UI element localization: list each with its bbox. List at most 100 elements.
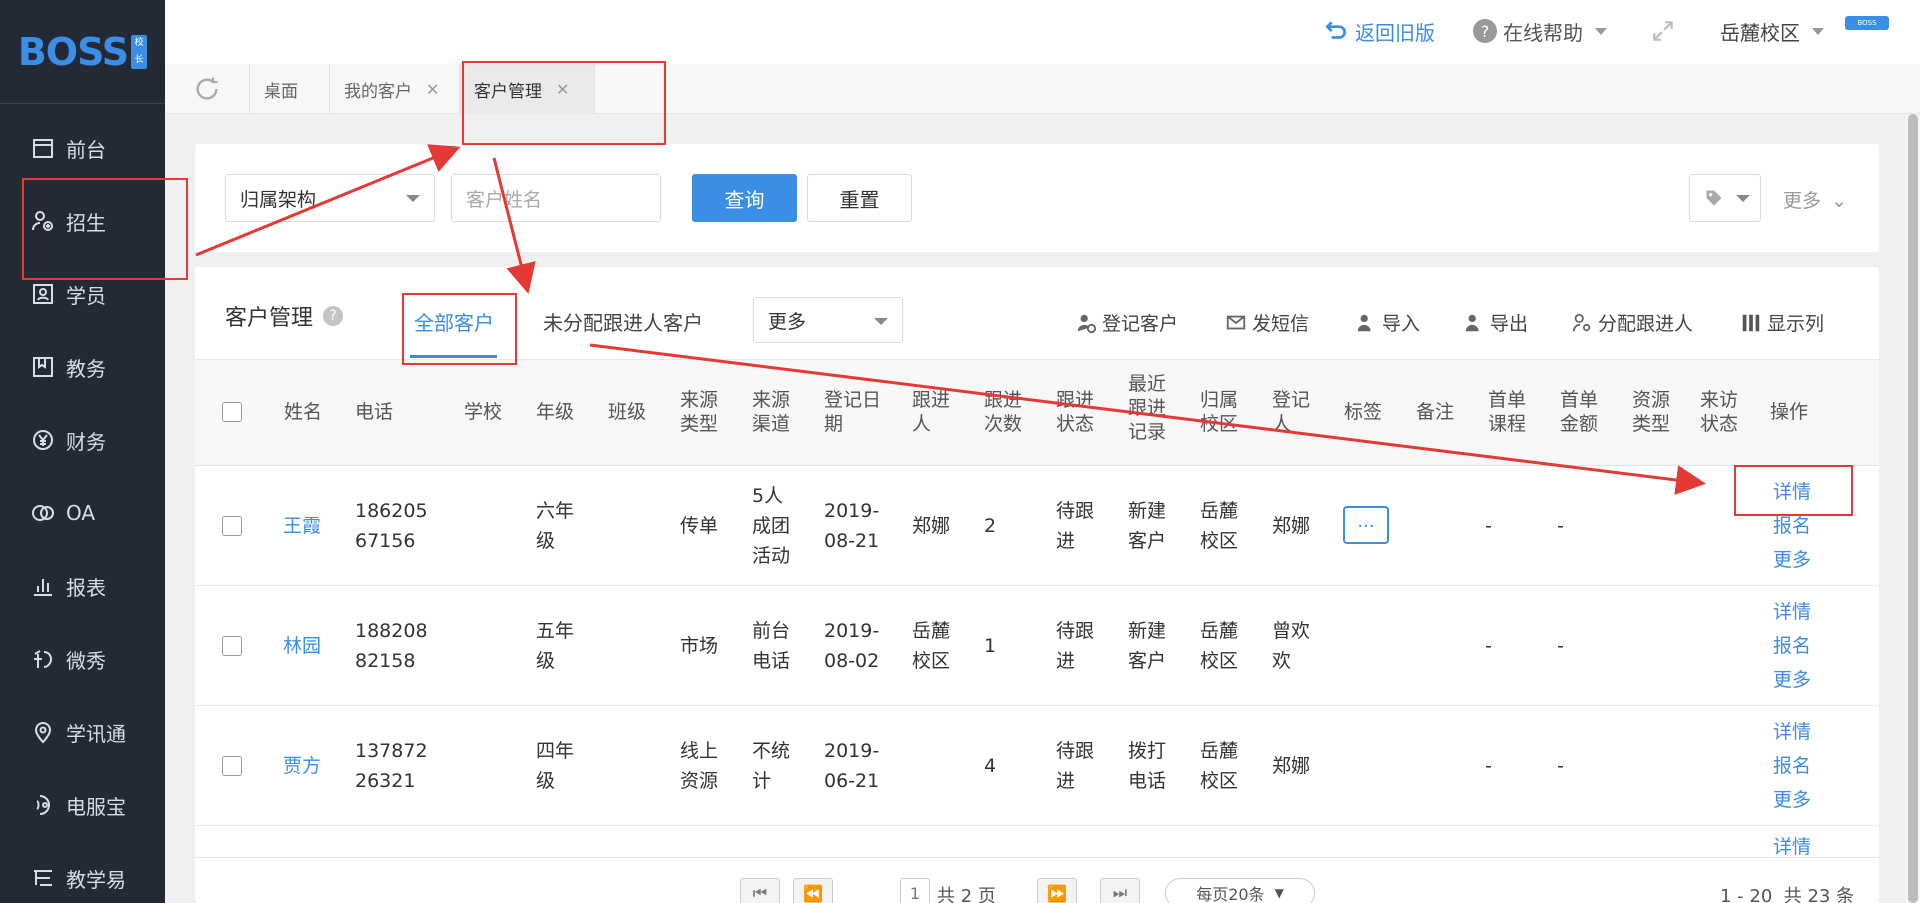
col-follow-count[interactable]: 跟进次数 bbox=[984, 388, 1028, 436]
col-campus[interactable]: 归属校区 bbox=[1200, 388, 1244, 436]
page-scrollbar[interactable] bbox=[1908, 114, 1918, 903]
query-button[interactable]: 查询 bbox=[692, 174, 797, 222]
detail-link[interactable]: 详情 bbox=[1773, 715, 1811, 749]
action-label: 登记客户 bbox=[1102, 313, 1179, 335]
col-follower[interactable]: 跟进人 bbox=[912, 388, 956, 436]
col-tags[interactable]: 标签 bbox=[1344, 400, 1394, 424]
cell-follow-status: 待跟进 bbox=[1056, 499, 1095, 552]
cell-recent-record: 拨打电话 bbox=[1128, 739, 1167, 792]
enroll-link[interactable]: 报名 bbox=[1773, 509, 1811, 543]
tab-customer-management[interactable]: 客户管理 ✕ bbox=[460, 64, 595, 114]
more-link[interactable]: 更多 bbox=[1773, 543, 1811, 577]
tab-unassigned-customers[interactable]: 未分配跟进人客户 bbox=[543, 307, 703, 336]
sidebar-item-xuexuntong[interactable]: 学讯通 bbox=[0, 702, 165, 762]
more-link[interactable]: 更多 bbox=[1773, 663, 1811, 697]
col-class[interactable]: 班级 bbox=[608, 400, 658, 424]
col-source-type[interactable]: 来源类型 bbox=[680, 388, 724, 436]
sidebar-item-enrollment[interactable]: 招生 bbox=[0, 191, 165, 251]
brand-logo[interactable]: BOSS 校长 bbox=[0, 0, 165, 104]
col-notes[interactable]: 备注 bbox=[1416, 400, 1466, 424]
last-page-button[interactable]: ⏭ bbox=[1100, 878, 1140, 903]
display-columns-button[interactable]: 显示列 bbox=[1740, 309, 1824, 336]
close-icon[interactable]: ✕ bbox=[426, 80, 439, 99]
sidebar-item-label: 报表 bbox=[66, 575, 106, 600]
detail-link[interactable]: 详情 bbox=[1773, 595, 1811, 629]
sidebar-item-academic[interactable]: 教务 bbox=[0, 337, 165, 397]
close-icon[interactable]: ✕ bbox=[556, 80, 569, 99]
tags-more-button[interactable]: ... bbox=[1343, 506, 1389, 544]
export-button[interactable]: 导出 bbox=[1463, 309, 1528, 336]
customer-name-input[interactable]: 客户姓名 bbox=[451, 174, 661, 222]
sidebar-item-oa[interactable]: OA bbox=[0, 483, 165, 543]
col-resource-type[interactable]: 资源类型 bbox=[1632, 388, 1676, 436]
sidebar-item-students[interactable]: 学员 bbox=[0, 264, 165, 324]
cell-registrar: 郑娜 bbox=[1272, 754, 1311, 777]
customer-name-link[interactable]: 贾方 bbox=[283, 751, 321, 781]
col-visit-status[interactable]: 来访状态 bbox=[1700, 388, 1744, 436]
col-source-channel[interactable]: 来源渠道 bbox=[752, 388, 796, 436]
detail-link[interactable]: 详情 bbox=[1773, 475, 1811, 509]
campus-dropdown[interactable]: 岳麓校区 bbox=[1720, 16, 1824, 46]
send-sms-button[interactable]: 发短信 bbox=[1225, 309, 1309, 336]
customer-name-link[interactable]: 王霞 bbox=[283, 511, 321, 541]
col-school[interactable]: 学校 bbox=[464, 400, 514, 424]
page-number-input[interactable]: 1 bbox=[900, 878, 930, 903]
row-checkbox[interactable] bbox=[222, 516, 242, 536]
col-first-amount[interactable]: 首单金额 bbox=[1560, 388, 1604, 436]
import-button[interactable]: 导入 bbox=[1355, 309, 1420, 336]
next-page-button[interactable]: ⏩ bbox=[1037, 878, 1077, 903]
col-register-date[interactable]: 登记日期 bbox=[824, 388, 890, 436]
sidebar-item-frontdesk[interactable]: 前台 bbox=[0, 118, 165, 178]
col-registrar[interactable]: 登记人 bbox=[1272, 388, 1316, 436]
register-customer-button[interactable]: 登记客户 bbox=[1075, 309, 1178, 336]
customer-name-link[interactable]: 林园 bbox=[283, 631, 321, 661]
sidebar-item-label: 学讯通 bbox=[66, 721, 126, 746]
more-filters-toggle[interactable]: 更多 ⌄ bbox=[1783, 186, 1847, 213]
page-size-select[interactable]: 每页20条 ▼ bbox=[1165, 878, 1315, 903]
more-select[interactable]: 更多 bbox=[753, 297, 903, 343]
page-size-value: 每页20条 bbox=[1196, 885, 1265, 903]
col-follow-status[interactable]: 跟进状态 bbox=[1056, 388, 1100, 436]
select-all-checkbox[interactable] bbox=[222, 402, 242, 422]
reset-button[interactable]: 重置 bbox=[807, 174, 912, 222]
tab-my-customers[interactable]: 我的客户 ✕ bbox=[330, 64, 460, 114]
tag-filter-select[interactable] bbox=[1689, 174, 1761, 222]
avatar[interactable]: BOSS bbox=[1845, 16, 1889, 30]
cell-source-type: 线上资源 bbox=[680, 739, 719, 792]
row-checkbox[interactable] bbox=[222, 636, 242, 656]
org-select[interactable]: 归属架构 bbox=[225, 174, 435, 222]
tab-desktop[interactable]: 桌面 bbox=[250, 64, 330, 114]
col-first-course[interactable]: 首单课程 bbox=[1488, 388, 1532, 436]
logo-badge: 校长 bbox=[131, 34, 148, 69]
col-recent-record[interactable]: 最近跟进记录 bbox=[1128, 372, 1172, 444]
back-old-version-link[interactable]: 返回旧版 bbox=[1323, 16, 1435, 46]
help-icon[interactable]: ? bbox=[323, 306, 344, 326]
tab-label: 我的客户 bbox=[344, 81, 412, 102]
fullscreen-icon[interactable] bbox=[1650, 16, 1676, 46]
more-link[interactable]: 更多 bbox=[1773, 783, 1811, 817]
prev-page-button[interactable]: ⏪ bbox=[793, 878, 833, 903]
sidebar-item-finance[interactable]: 财务 bbox=[0, 410, 165, 470]
sidebar-item-jiaoxueyi[interactable]: 教学易 bbox=[0, 848, 165, 903]
sidebar-item-dianfubao[interactable]: 电服宝 bbox=[0, 775, 165, 835]
cell-grade: 五年级 bbox=[536, 619, 575, 672]
enroll-link[interactable]: 报名 bbox=[1773, 749, 1811, 783]
row-actions: 详情 报名 更多 bbox=[1773, 595, 1811, 697]
col-phone[interactable]: 电话 bbox=[355, 400, 415, 424]
cell-recent-record: 新建客户 bbox=[1128, 619, 1167, 672]
assign-follower-button[interactable]: 分配跟进人 bbox=[1571, 309, 1693, 336]
col-name[interactable]: 姓名 bbox=[284, 400, 344, 424]
online-help-dropdown[interactable]: ? 在线帮助 bbox=[1473, 16, 1607, 46]
detail-link[interactable]: 详情 bbox=[1773, 832, 1811, 859]
enroll-link[interactable]: 报名 bbox=[1773, 629, 1811, 663]
sidebar-item-reports[interactable]: 报表 bbox=[0, 556, 165, 616]
yen-icon bbox=[30, 427, 56, 453]
tab-all-customers[interactable]: 全部客户 bbox=[414, 307, 494, 336]
back-label: 返回旧版 bbox=[1355, 20, 1435, 45]
cell-phone: 18820882158 bbox=[355, 619, 428, 672]
row-checkbox[interactable] bbox=[222, 756, 242, 776]
sidebar-item-weixiu[interactable]: 微秀 bbox=[0, 629, 165, 689]
first-page-button[interactable]: ⏮ bbox=[740, 878, 780, 903]
col-grade[interactable]: 年级 bbox=[536, 400, 586, 424]
refresh-button[interactable] bbox=[165, 64, 250, 114]
